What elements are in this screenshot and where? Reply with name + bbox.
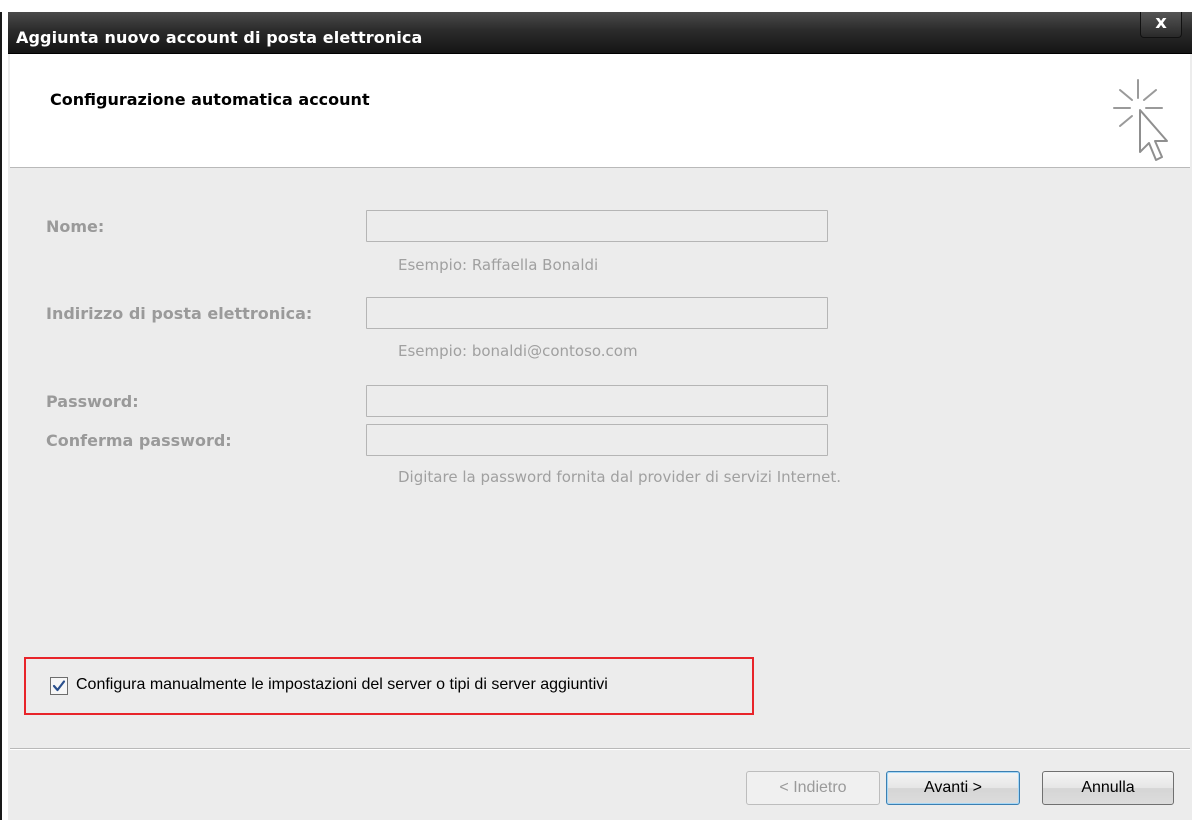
password-label: Password: [46, 392, 139, 411]
password-field[interactable] [366, 385, 828, 417]
cancel-button[interactable]: Annulla [1042, 771, 1174, 805]
title-bar[interactable]: Aggiunta nuovo account di posta elettron… [8, 12, 1192, 54]
back-button[interactable]: < Indietro [746, 771, 880, 805]
next-button[interactable]: Avanti > [886, 771, 1020, 805]
manual-config-highlight: Configura manualmente le impostazioni de… [24, 657, 754, 715]
email-hint: Esempio: bonaldi@contoso.com [398, 342, 638, 360]
confirm-password-label: Conferma password: [46, 431, 232, 450]
close-icon: x [1155, 12, 1167, 33]
email-label: Indirizzo di posta elettronica: [46, 304, 313, 323]
name-label: Nome: [46, 217, 105, 236]
name-field[interactable] [366, 210, 828, 242]
checkmark-icon [52, 680, 66, 692]
manual-config-label[interactable]: Configura manualmente le impostazioni de… [76, 676, 608, 694]
window-title: Aggiunta nuovo account di posta elettron… [16, 28, 423, 47]
dialog-header: Configurazione automatica account [10, 54, 1190, 168]
window-left-edge [0, 12, 8, 820]
close-button[interactable]: x [1140, 12, 1182, 38]
manual-config-checkbox[interactable] [50, 677, 68, 695]
footer-divider-highlight [10, 749, 1190, 750]
cursor-click-icon [1113, 79, 1168, 161]
page-title: Configurazione automatica account [50, 90, 370, 109]
name-hint: Esempio: Raffaella Bonaldi [398, 256, 599, 274]
email-field[interactable] [366, 297, 828, 329]
confirm-password-field[interactable] [366, 424, 828, 456]
password-hint: Digitare la password fornita dal provide… [398, 468, 842, 486]
dialog-window: Aggiunta nuovo account di posta elettron… [8, 12, 1192, 820]
